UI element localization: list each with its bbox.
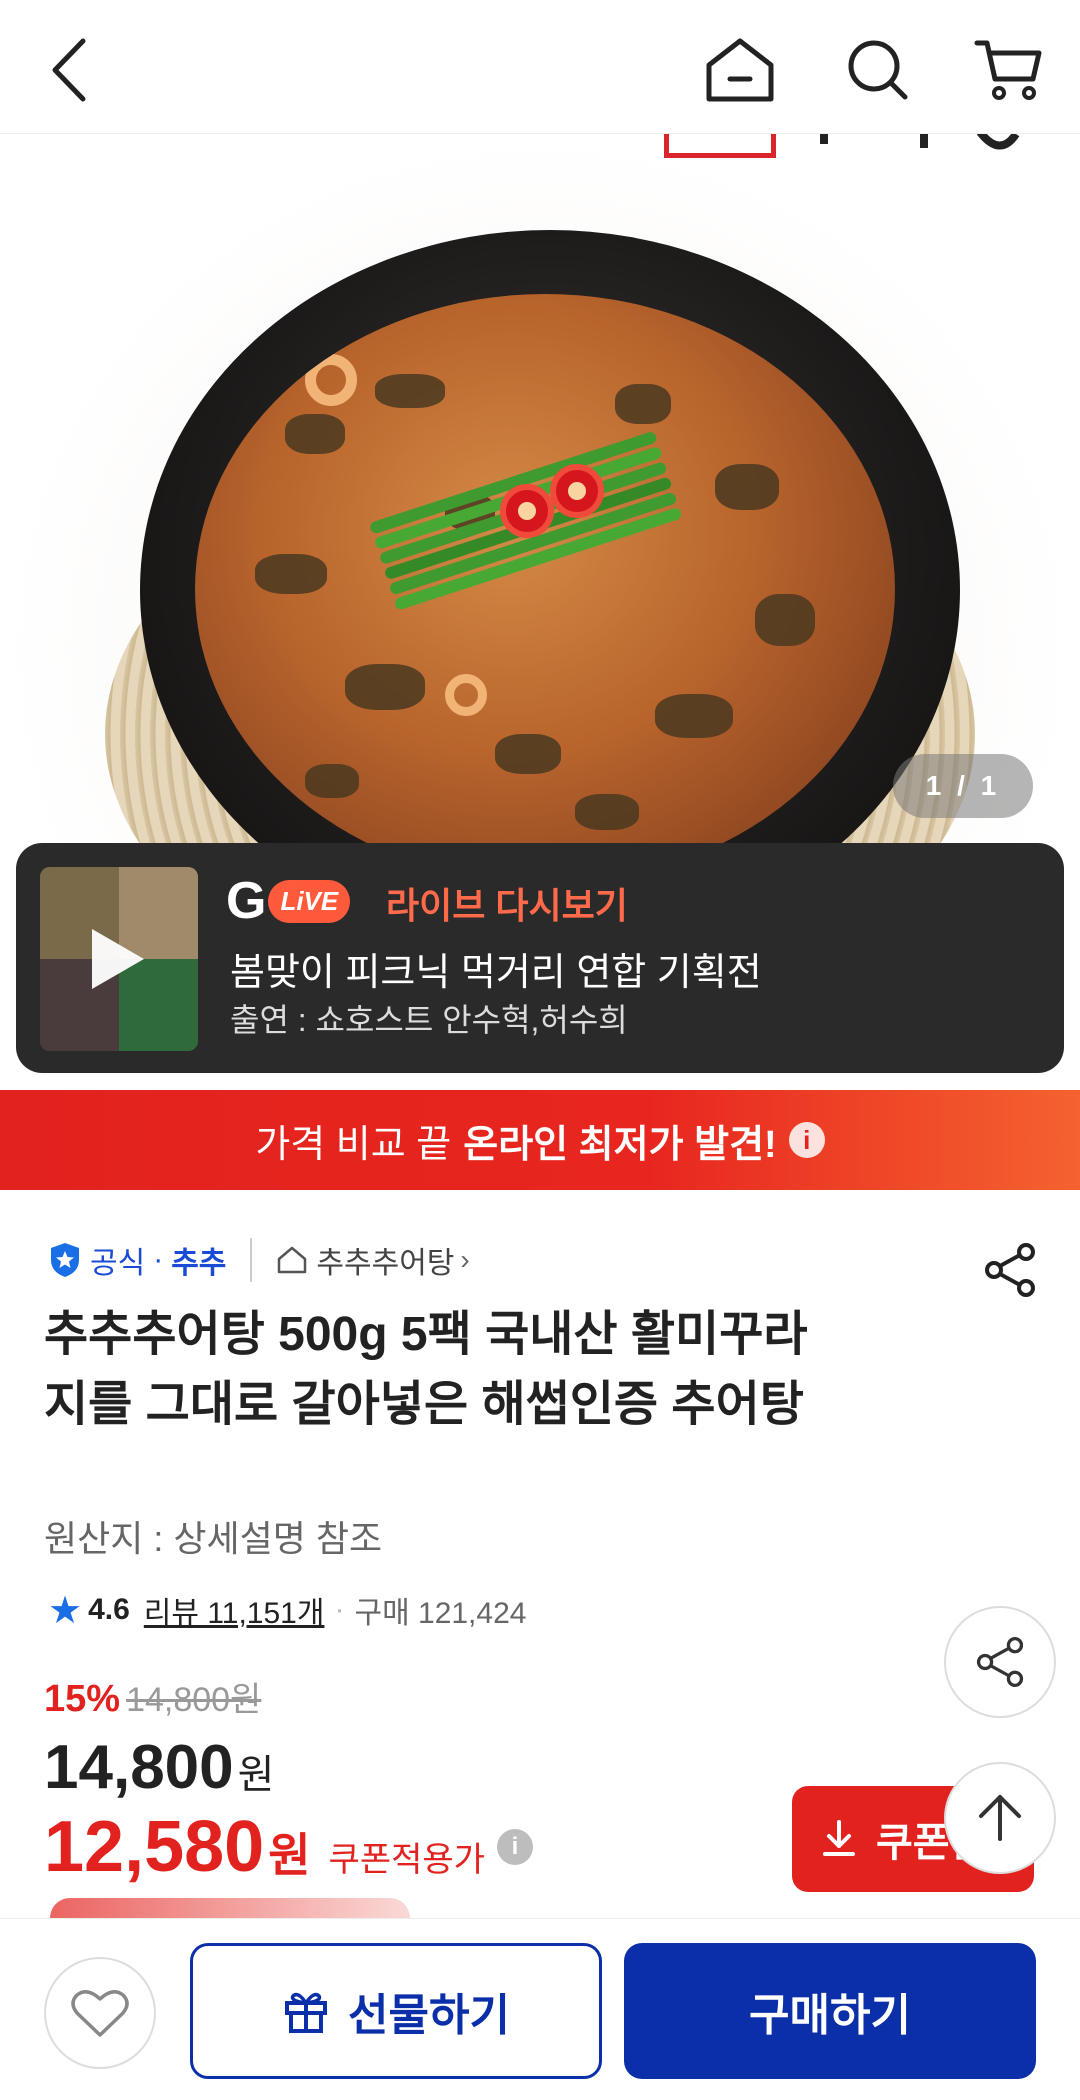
home-icon [706,38,774,102]
rating-sep: · [334,1593,345,1626]
share-button[interactable] [980,1240,1040,1300]
scroll-to-top-button[interactable] [944,1762,1056,1874]
pepper-slice [550,464,604,518]
glive-logo: G LiVE [226,871,351,931]
brand-link[interactable]: 추추 [171,1238,226,1282]
live-thumbnail[interactable] [40,867,198,1051]
brand-seal-mark [664,134,776,158]
wishlist-button[interactable] [44,1957,156,2069]
store-link[interactable]: 추추추어탕 [316,1238,454,1282]
home-button[interactable] [700,30,780,110]
info-icon[interactable]: i [788,1122,825,1158]
info-icon[interactable]: i [496,1829,533,1865]
coupon-price-value: 12,580 [44,1807,265,1887]
chevron-left-icon [52,38,86,102]
brand-dot: · [153,1243,164,1276]
chevron-right-icon: › [460,1244,470,1275]
shield-icon [51,1243,79,1277]
live-cast: 출연 : 쇼호스트 안수혁,허수희 [230,1002,628,1038]
star-icon: ★ [48,1589,83,1632]
gift-label: 선물하기 [348,1991,510,2040]
sale-price-unit: 원 [237,1753,275,1797]
download-icon [823,1820,855,1856]
floating-share-button[interactable] [944,1606,1056,1718]
coupon-price-unit: 원 [268,1829,311,1881]
glive-logo-pill: LiVE [268,879,351,923]
search-button[interactable] [838,30,918,110]
sale-price-value: 14,800 [44,1733,234,1802]
buy-button[interactable]: 구매하기 [624,1943,1036,2079]
bottom-action-bar: 선물하기 구매하기 [0,1918,1080,2100]
product-title: 추추추어탕 500g 5팩 국내산 활미꾸라지를 그대로 갈아넣은 해썹인증 추… [44,1308,808,1431]
cart-icon [974,40,1042,100]
divider [250,1238,253,1282]
store-home-icon [278,1246,307,1274]
rating-row: ★ 4.6 리뷰 11,151개 · 구매 121,424 [48,1585,526,1635]
cart-button[interactable] [968,30,1048,110]
product-origin: 원산지 : 상세설명 참조 [44,1518,383,1559]
live-subtitle: 봄맞이 피크닉 먹거리 연합 기획전 [230,952,762,994]
image-page-indicator: 1 / 1 [893,754,1033,818]
rating-score: 4.6 [88,1593,130,1626]
review-link[interactable]: 리뷰 11,151개 [144,1588,325,1632]
discount-rate: 15% [44,1678,121,1720]
brand-mark-fragment [820,134,1020,150]
share-icon [976,1637,1024,1687]
glive-logo-g: G [226,872,267,930]
brand-row: 공식 · 추추 추추추어탕 › [48,1236,470,1284]
top-app-bar [0,0,1080,134]
gift-button[interactable]: 선물하기 [190,1943,602,2079]
back-button[interactable] [30,30,110,110]
sale-price: 14,800 원 [44,1732,274,1803]
compare-highlight: 온라인 최저가 발견! [463,1123,777,1166]
official-badge: 공식 [90,1247,146,1280]
original-price: 14,800원 [126,1681,262,1719]
coupon-price-label: 쿠폰적용가 [328,1841,485,1879]
live-title: 라이브 다시보기 [386,885,628,926]
gift-icon [285,1992,328,2033]
search-icon [848,40,908,100]
heart-icon [71,1990,129,2037]
play-icon [92,929,144,989]
compare-text: 가격 비교 끝 [255,1123,452,1166]
pepper-slice [500,484,554,538]
live-replay-banner[interactable]: G LiVE 라이브 다시보기 봄맞이 피크닉 먹거리 연합 기획전 출연 : … [16,843,1064,1073]
discount-row: 15% 14,800원 [44,1672,261,1721]
purchase-count: 구매 121,424 [354,1597,527,1630]
buy-label: 구매하기 [749,1991,911,2040]
price-compare-banner[interactable]: 가격 비교 끝 온라인 최저가 발견! i [0,1090,1080,1190]
arrow-up-icon [979,1795,1021,1841]
coupon-price: 12,580 원 쿠폰적용가 i [44,1806,533,1888]
share-icon [985,1243,1035,1297]
